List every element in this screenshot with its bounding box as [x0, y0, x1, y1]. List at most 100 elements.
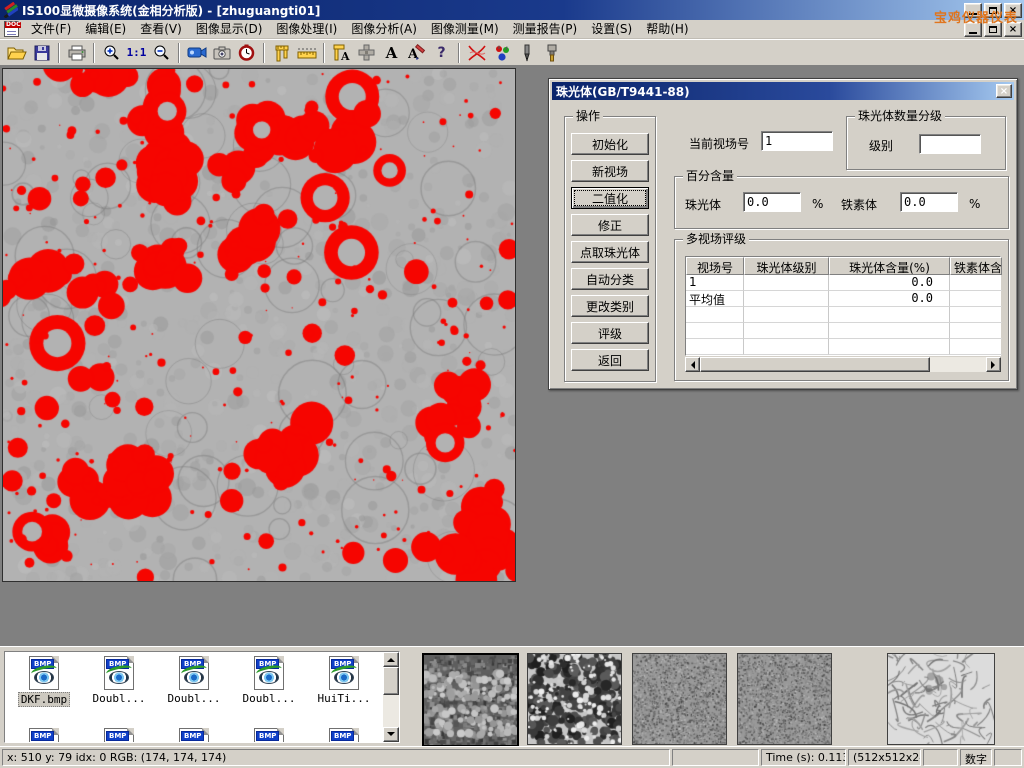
minimize-button[interactable]	[964, 3, 982, 18]
video-capture-button[interactable]	[184, 41, 209, 65]
timer-button[interactable]	[234, 41, 259, 65]
particles-icon	[493, 44, 511, 62]
rate-button[interactable]: 评级	[571, 322, 649, 344]
file-list-vscrollbar[interactable]	[383, 652, 399, 742]
file-item[interactable]: BMP HuiTi...	[307, 656, 381, 705]
thumbnail-2[interactable]	[527, 653, 622, 745]
zoom-in-button[interactable]	[99, 41, 124, 65]
caliper-measure-button[interactable]	[269, 41, 294, 65]
save-button[interactable]	[29, 41, 54, 65]
measure-text-button[interactable]: A	[329, 41, 354, 65]
ruler-button[interactable]	[294, 41, 319, 65]
file-item[interactable]: BMP DKF.bmp	[7, 656, 81, 707]
pen-tool-button[interactable]	[514, 41, 539, 65]
table-row[interactable]: 10.0	[686, 275, 1000, 291]
table-row[interactable]: 平均值0.0	[686, 291, 1000, 307]
caliper-text-icon: A	[333, 44, 351, 62]
restore-button[interactable]	[984, 3, 1002, 18]
binarize-button[interactable]: 二值化	[571, 187, 649, 209]
help-button[interactable]: ?	[429, 41, 454, 65]
file-name[interactable]: DKF.bmp	[18, 692, 70, 707]
zoom-out-button[interactable]	[149, 41, 174, 65]
current-field-input[interactable]	[761, 131, 833, 151]
fill-tool-button[interactable]	[539, 41, 564, 65]
thumbnail-1[interactable]	[422, 653, 519, 747]
dialog-close-icon: ×	[1000, 86, 1008, 97]
menu-report[interactable]: 测量报告(P)	[506, 19, 585, 39]
mdi-restore-button[interactable]	[984, 22, 1002, 37]
init-button[interactable]: 初始化	[571, 133, 649, 155]
menu-edit[interactable]: 编辑(E)	[78, 19, 133, 39]
mdi-minimize-button[interactable]	[964, 22, 982, 37]
table-row[interactable]	[686, 339, 1000, 355]
file-name[interactable]: HuiTi...	[316, 692, 373, 705]
pick-pearlite-button[interactable]: 点取珠光体	[571, 241, 649, 263]
file-item[interactable]: BMP Doubl...	[82, 656, 156, 705]
menu-view[interactable]: 查看(V)	[133, 19, 189, 39]
table-row[interactable]	[686, 323, 1000, 339]
file-name[interactable]: Doubl...	[91, 692, 148, 705]
actual-size-button[interactable]: 1:1	[124, 41, 149, 65]
menu-settings[interactable]: 设置(S)	[584, 19, 639, 39]
document-icon[interactable]: DOC	[4, 21, 19, 37]
file-name[interactable]: Doubl...	[166, 692, 223, 705]
change-class-button[interactable]: 更改类别	[571, 295, 649, 317]
menu-help[interactable]: 帮助(H)	[639, 19, 695, 39]
mdi-close-button[interactable]: ×	[1004, 22, 1022, 37]
file-item[interactable]: BMP	[307, 728, 381, 743]
photo-capture-button[interactable]	[209, 41, 234, 65]
text-annotate-button[interactable]: A	[379, 41, 404, 65]
auto-classify-button[interactable]: 自动分类	[571, 268, 649, 290]
ruler-icon	[297, 46, 317, 60]
file-item[interactable]: BMP	[232, 728, 306, 743]
scroll-right-button[interactable]	[986, 357, 1001, 372]
open-folder-icon	[7, 45, 27, 61]
thumbnail-4[interactable]	[737, 653, 832, 745]
col-field-no: 视场号	[686, 257, 744, 275]
file-item[interactable]: BMP	[7, 728, 81, 743]
menu-file[interactable]: 文件(F)	[24, 19, 78, 39]
file-name[interactable]: Doubl...	[241, 692, 298, 705]
dialog-title-bar[interactable]: 珠光体(GB/T9441-88) ×	[552, 82, 1014, 100]
vscroll-thumb[interactable]	[383, 667, 399, 695]
text-edit-button[interactable]: A	[404, 41, 429, 65]
open-file-button[interactable]	[4, 41, 29, 65]
thumbnail-5[interactable]	[887, 653, 995, 745]
table-header-row: 视场号 珠光体级别 珠光体含量(%) 铁素体含量(%)	[686, 257, 1000, 275]
curve-analysis-button[interactable]	[464, 41, 489, 65]
status-spare-3	[994, 749, 1022, 766]
grid-cross-icon	[358, 44, 375, 61]
new-field-button[interactable]: 新视场	[571, 160, 649, 182]
bmp-file-icon: BMP	[254, 656, 284, 690]
table-hscrollbar[interactable]	[685, 357, 1001, 372]
file-item[interactable]: BMP	[82, 728, 156, 743]
status-spare-1	[672, 749, 759, 766]
grid-tool-button[interactable]	[354, 41, 379, 65]
file-list-panel[interactable]: BMP DKF.bmp BMP Doubl... BMP Doubl... BM…	[4, 651, 400, 743]
pearlite-percent-input[interactable]	[743, 192, 801, 212]
metallograph-image[interactable]	[2, 68, 516, 582]
dialog-close-button[interactable]: ×	[996, 84, 1012, 98]
scroll-down-button[interactable]	[383, 727, 399, 742]
print-button[interactable]	[64, 41, 89, 65]
file-item[interactable]: BMP Doubl...	[232, 656, 306, 705]
close-button[interactable]: ×	[1004, 3, 1022, 18]
particle-analysis-button[interactable]	[489, 41, 514, 65]
level-input[interactable]	[919, 134, 981, 154]
menu-image-analysis[interactable]: 图像分析(A)	[344, 19, 424, 39]
file-item[interactable]: BMP	[157, 728, 231, 743]
scroll-up-button[interactable]	[383, 652, 399, 667]
scroll-left-button[interactable]	[685, 357, 700, 372]
file-item[interactable]: BMP Doubl...	[157, 656, 231, 705]
menu-image-display[interactable]: 图像显示(D)	[189, 19, 270, 39]
ferrite-percent-input[interactable]	[900, 192, 958, 212]
return-button[interactable]: 返回	[571, 349, 649, 371]
correct-button[interactable]: 修正	[571, 214, 649, 236]
menu-image-measure[interactable]: 图像测量(M)	[424, 19, 506, 39]
title-bar[interactable]: IS100显微摄像系统(金相分析版) - [zhuguangti01] ×	[0, 0, 1024, 20]
hscroll-thumb[interactable]	[700, 357, 930, 372]
menu-image-processing[interactable]: 图像处理(I)	[269, 19, 344, 39]
table-row[interactable]	[686, 307, 1000, 323]
rating-table[interactable]: 视场号 珠光体级别 珠光体含量(%) 铁素体含量(%) 10.0 平均值0.0	[685, 256, 1001, 356]
thumbnail-3[interactable]	[632, 653, 727, 745]
